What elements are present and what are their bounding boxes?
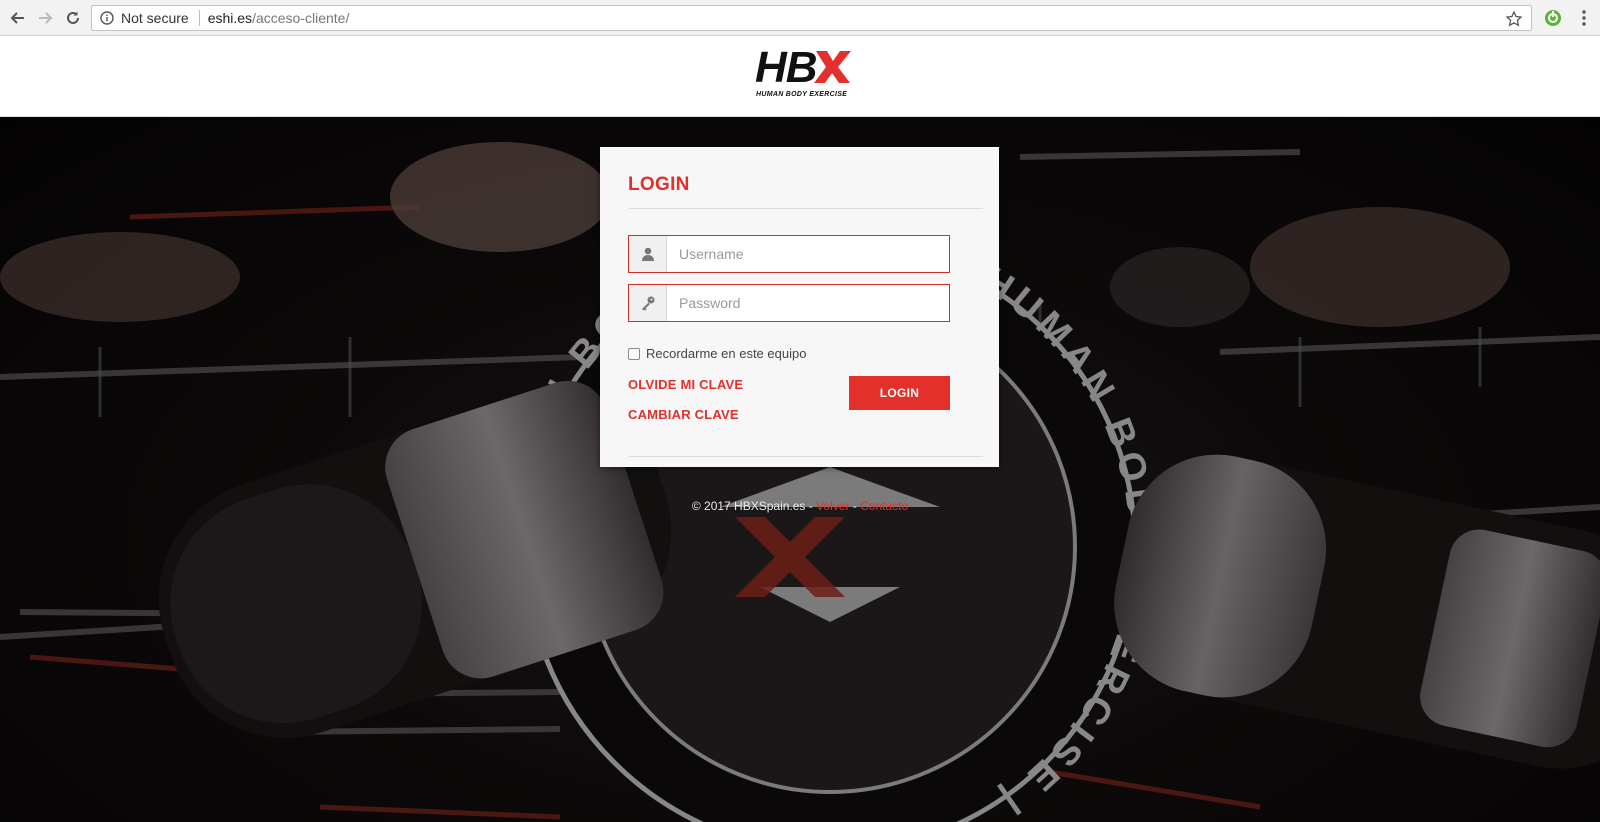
password-field[interactable] — [628, 284, 950, 322]
extension-icon[interactable] — [1543, 8, 1563, 28]
page-footer: © 2017 HBXSpain.es - Volver - Contacto — [0, 499, 1600, 513]
title-divider — [628, 208, 983, 209]
remember-checkbox[interactable] — [628, 347, 640, 360]
footer-separator: - — [849, 499, 861, 513]
login-card: LOGIN Recordarme en este equipo OLVIDE M… — [600, 147, 999, 467]
info-icon[interactable] — [99, 10, 115, 26]
forward-arrow-icon[interactable] — [33, 6, 57, 30]
remember-label: Recordarme en este equipo — [646, 346, 807, 361]
back-arrow-icon[interactable] — [6, 6, 30, 30]
username-field[interactable] — [628, 235, 950, 273]
login-title: LOGIN — [628, 174, 690, 195]
address-bar[interactable]: Not secure eshi.es/acceso-cliente/ — [91, 5, 1532, 31]
hbx-logo[interactable]: HB HUMAN BODY EXERCISE — [752, 42, 852, 102]
security-label: Not secure — [121, 10, 189, 26]
user-icon — [629, 236, 667, 272]
browser-menu-icon[interactable] — [1576, 8, 1592, 28]
key-icon — [629, 285, 667, 321]
back-link[interactable]: Volver — [816, 499, 849, 513]
password-input[interactable] — [667, 285, 949, 321]
contact-link[interactable]: Contacto — [860, 499, 908, 513]
reload-icon[interactable] — [61, 6, 85, 30]
site-header: HB HUMAN BODY EXERCISE — [0, 36, 1600, 117]
login-button[interactable]: LOGIN — [849, 376, 950, 410]
url-path: /acceso-cliente/ — [252, 10, 350, 26]
svg-text:HB: HB — [755, 43, 817, 92]
bookmark-star-icon[interactable] — [1505, 10, 1523, 28]
copyright-text: © 2017 HBXSpain.es — [691, 499, 806, 513]
svg-text:HUMAN BODY EXERCISE: HUMAN BODY EXERCISE — [756, 91, 847, 98]
change-password-link[interactable]: CAMBIAR CLAVE — [628, 407, 739, 422]
address-separator — [198, 10, 200, 26]
forgot-password-link[interactable]: OLVIDE MI CLAVE — [628, 377, 743, 392]
remember-me[interactable]: Recordarme en este equipo — [628, 346, 806, 361]
footer-separator: - — [805, 499, 817, 513]
browser-toolbar: Not secure eshi.es/acceso-cliente/ — [0, 0, 1600, 36]
username-input[interactable] — [667, 236, 949, 272]
footer-divider — [628, 456, 983, 457]
url-host: eshi.es — [207, 10, 253, 26]
